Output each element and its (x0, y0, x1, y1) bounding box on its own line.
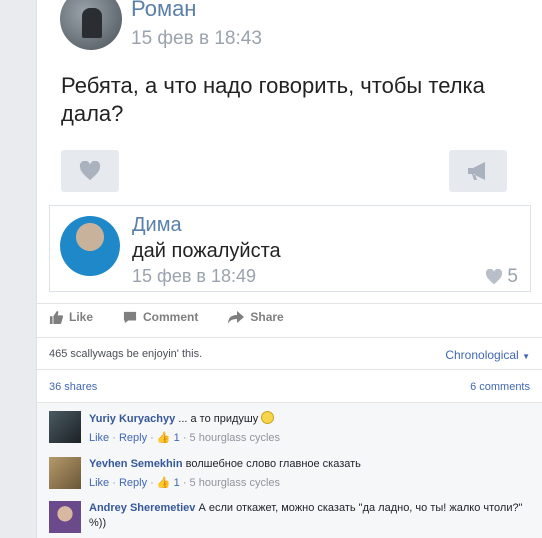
vk-like-button (61, 150, 119, 192)
comment-text: волшебное слово главное сказать (185, 458, 361, 470)
comment-reply-link[interactable]: Reply (119, 477, 147, 489)
heart-icon (486, 269, 503, 285)
vk-author-avatar (60, 0, 122, 50)
comment-reply-link[interactable]: Reply (119, 432, 147, 444)
comment-like-link[interactable]: Like (89, 432, 109, 444)
facebook-post-card: Роман 15 фев в 18:43 Ребята, а что надо … (36, 0, 542, 538)
like-action-button[interactable]: Like (49, 310, 93, 324)
vk-comment-like-count: 5 (507, 266, 518, 287)
vk-commenter-avatar (60, 216, 120, 276)
share-action-button[interactable]: Share (228, 310, 284, 324)
vk-comment-text: дай пожалуйста (132, 240, 281, 262)
share-arrow-icon (228, 310, 245, 324)
vk-post-text: Ребята, а что надо говорить, чтобы телка… (61, 73, 485, 126)
comment-item: Andrey Sheremetiev А если откажет, можно… (49, 501, 539, 537)
shares-count-link[interactable]: 36 shares (49, 381, 97, 393)
avatar[interactable] (49, 457, 81, 489)
comment-like-count[interactable]: 1 (174, 477, 180, 489)
avatar[interactable] (49, 501, 81, 533)
comment-meta: Like · Reply · 👍 1 · 5 hourglass cycles (89, 432, 281, 444)
shared-image-vk-post: Роман 15 фев в 18:43 Ребята, а что надо … (49, 0, 531, 300)
like-label: Like (69, 310, 94, 324)
post-actions: Like Comment Share (49, 310, 284, 324)
comment-like-count[interactable]: 1 (174, 432, 180, 444)
sort-order-dropdown[interactable]: Chronological ▼ (445, 348, 530, 362)
vk-share-button (449, 150, 507, 192)
vk-comment-likes: 5 (485, 266, 518, 288)
comment-label: Comment (143, 310, 199, 324)
vk-comment: Дима дай пожалуйста 15 фев в 18:49 5 (49, 206, 531, 292)
share-label: Share (250, 310, 284, 324)
divider (37, 337, 542, 338)
vk-comment-date: 15 фев в 18:49 (132, 266, 257, 286)
avatar[interactable] (49, 411, 81, 443)
comment-icon (123, 311, 137, 323)
smiley-emoji-icon (261, 411, 275, 424)
vk-author-name: Роман (131, 0, 197, 21)
megaphone-icon (468, 162, 485, 180)
comment-meta: Like · Reply · 👍 1 · 5 hourglass cycles (89, 477, 281, 489)
vk-commenter-name: Дима (132, 214, 182, 236)
comment-body: Yevhen Semekhin волшебное слово главное … (89, 457, 537, 491)
thumbs-up-icon: 👍 (156, 432, 171, 444)
comments-count-link[interactable]: 6 comments (470, 381, 530, 393)
comment-item: Yuriy Kuryachyy ... а то придушу Like · … (49, 411, 539, 451)
comment-item: Yevhen Semekhin волшебное слово главное … (49, 457, 539, 497)
comment-text: ... а то придушу (178, 413, 259, 425)
vk-post-date: 15 фев в 18:43 (131, 28, 262, 49)
comment-author[interactable]: Andrey Sheremetiev (89, 502, 195, 514)
chevron-down-icon: ▼ (522, 352, 530, 361)
comment-action-button[interactable]: Comment (123, 310, 198, 324)
thumbs-up-icon: 👍 (156, 477, 171, 489)
heart-icon (79, 161, 101, 181)
comment-body: Yuriy Kuryachyy ... а то придушу Like · … (89, 411, 537, 446)
comment-body: Andrey Sheremetiev А если откажет, можно… (89, 501, 537, 531)
comment-timestamp[interactable]: 5 hourglass cycles (190, 477, 281, 489)
comment-author[interactable]: Yuriy Kuryachyy (89, 413, 175, 425)
comment-author[interactable]: Yevhen Semekhin (89, 458, 183, 470)
likes-summary[interactable]: 465 scallywags be enjoyin' this. (49, 348, 202, 360)
comment-timestamp[interactable]: 5 hourglass cycles (190, 432, 281, 444)
divider (37, 369, 542, 370)
comments-section: Yuriy Kuryachyy ... а то придушу Like · … (37, 402, 542, 538)
divider (37, 303, 542, 304)
comment-like-link[interactable]: Like (89, 477, 109, 489)
sort-order-label: Chronological (445, 348, 519, 362)
thumbs-up-icon (49, 310, 63, 324)
